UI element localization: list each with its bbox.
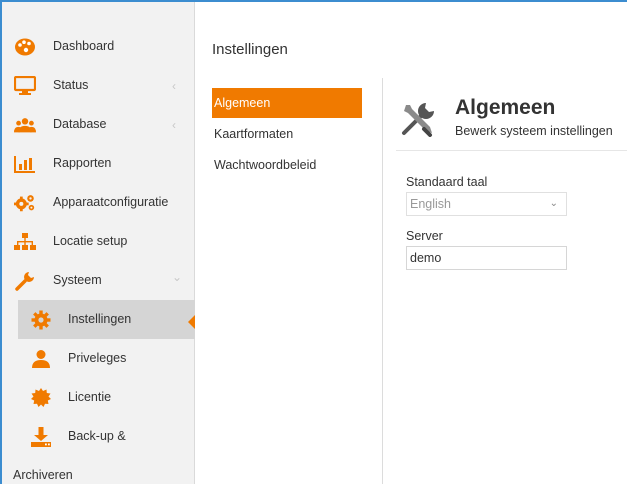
monitor-icon	[14, 75, 36, 97]
divider	[382, 78, 383, 484]
wrench-icon	[14, 270, 36, 292]
sidebar-item-dashboard[interactable]: Dashboard	[2, 27, 195, 66]
sidebar-item-label: Status	[53, 78, 89, 92]
subnav-wachtwoordbeleid[interactable]: Wachtwoordbeleid	[212, 150, 362, 180]
active-indicator	[188, 315, 195, 329]
sidebar-item-licentie[interactable]: Licentie	[2, 378, 195, 417]
sitemap-icon	[14, 231, 36, 253]
download-icon	[30, 426, 52, 448]
chevron-down-icon: ⌄	[549, 198, 558, 209]
section-title: Algemeen	[455, 96, 556, 119]
sidebar-item-locatie-setup[interactable]: Locatie setup	[2, 222, 195, 261]
sidebar-item-archiveren[interactable]: Archiveren	[13, 468, 73, 482]
sidebar-item-label: Dashboard	[53, 39, 115, 53]
cogs-icon	[14, 192, 36, 214]
page-title: Instellingen	[212, 41, 288, 58]
sidebar-item-label: Rapporten	[53, 156, 112, 170]
sidebar-item-systeem[interactable]: Systeem ⌄	[2, 261, 195, 300]
language-label: Standaard taal	[406, 175, 488, 189]
server-label: Server	[406, 229, 443, 243]
sidebar-item-priveleges[interactable]: Priveleges	[2, 339, 195, 378]
sidebar-item-label: Priveleges	[68, 351, 127, 365]
sidebar: Dashboard Status ‹ Database ‹ Rapporten …	[2, 2, 195, 484]
bar-chart-icon	[14, 153, 36, 175]
sidebar-item-instellingen[interactable]: Instellingen	[18, 300, 195, 339]
sidebar-item-label: Apparaatconfiguratie	[53, 195, 169, 209]
sidebar-item-status[interactable]: Status ‹	[2, 66, 195, 105]
language-select[interactable]: English ⌄	[406, 192, 567, 216]
certificate-icon	[30, 387, 52, 409]
language-value: English	[410, 197, 451, 211]
users-icon	[14, 114, 36, 136]
sidebar-item-database[interactable]: Database ‹	[2, 105, 195, 144]
chevron-left-icon: ‹	[172, 118, 176, 132]
sidebar-item-label: Back-up &	[68, 429, 126, 443]
sidebar-item-label: Licentie	[68, 390, 112, 404]
sidebar-item-back-up[interactable]: Back-up &	[2, 417, 195, 456]
sidebar-item-label: Instellingen	[68, 312, 132, 326]
palette-icon	[14, 36, 36, 58]
sidebar-item-label: Locatie setup	[53, 234, 128, 248]
gear-icon	[30, 309, 52, 331]
chevron-left-icon: ‹	[172, 79, 176, 93]
tools-icon	[400, 101, 436, 137]
sidebar-item-label: Systeem	[53, 273, 102, 287]
server-input[interactable]	[406, 246, 567, 270]
sidebar-item-rapporten[interactable]: Rapporten	[2, 144, 195, 183]
sidebar-item-label: Database	[53, 117, 107, 131]
section-subtitle: Bewerk systeem instellingen	[455, 124, 613, 138]
subnav-kaartformaten[interactable]: Kaartformaten	[212, 119, 362, 149]
subnav-algemeen[interactable]: Algemeen	[212, 88, 362, 118]
divider	[396, 150, 627, 151]
sidebar-item-apparaatconfiguratie[interactable]: Apparaatconfiguratie	[2, 183, 195, 222]
user-icon	[30, 348, 52, 370]
chevron-down-icon: ⌄	[172, 270, 183, 284]
